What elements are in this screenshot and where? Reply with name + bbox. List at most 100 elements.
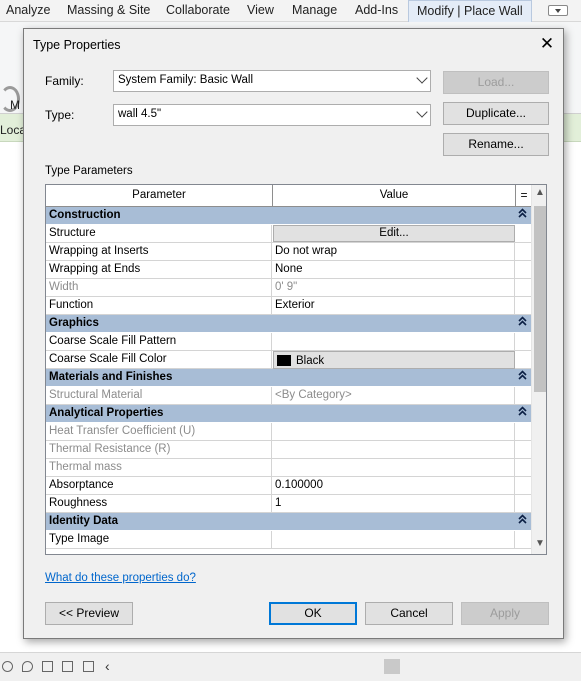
formula-cell (515, 459, 531, 476)
cancel-button[interactable]: Cancel (365, 602, 453, 625)
tab-add-ins[interactable]: Add-Ins (355, 3, 398, 17)
formula-cell (515, 243, 531, 260)
tab-collaborate[interactable]: Collaborate (166, 3, 230, 17)
parameter-name: Roughness (46, 495, 272, 512)
table-row[interactable]: Type Image (46, 531, 531, 549)
table-row[interactable]: Heat Transfer Coefficient (U) (46, 423, 531, 441)
collapse-icon[interactable] (518, 370, 527, 383)
parameter-name: Width (46, 279, 272, 296)
scrollbar-thumb[interactable] (384, 659, 400, 674)
help-link[interactable]: What do these properties do? (45, 572, 196, 584)
formula-cell (515, 279, 531, 296)
close-icon[interactable]: ✕ (536, 35, 558, 53)
grid-vertical-scrollbar[interactable]: ▲ ▼ (531, 185, 546, 554)
ribbon-tab-bar: Analyze Massing & Site Collaborate View … (0, 0, 581, 22)
dialog-title: Type Properties (33, 38, 121, 52)
parameter-name: Wrapping at Inserts (46, 243, 272, 260)
parameter-value[interactable]: Exterior (272, 297, 515, 314)
table-row[interactable]: Coarse Scale Fill Color Black (46, 351, 531, 369)
table-row[interactable]: Structure Edit... (46, 225, 531, 243)
parameter-name: Coarse Scale Fill Pattern (46, 333, 272, 350)
grid-header: Parameter Value = (46, 185, 532, 207)
column-header-parameter[interactable]: Parameter (46, 185, 273, 207)
table-row[interactable]: Thermal Resistance (R) (46, 441, 531, 459)
collapse-icon[interactable] (518, 316, 527, 329)
editable-only-icon[interactable] (42, 661, 53, 672)
parameter-value[interactable]: 0.100000 (272, 477, 515, 494)
parameter-value[interactable]: None (272, 261, 515, 278)
edit-structure-button[interactable]: Edit... (273, 225, 515, 242)
load-button[interactable]: Load... (443, 71, 549, 94)
group-header-identity-data[interactable]: Identity Data (46, 513, 531, 531)
parameter-value[interactable] (272, 531, 515, 548)
formula-cell (515, 531, 531, 548)
collapse-icon[interactable] (518, 208, 527, 221)
ribbon-button-label: M (10, 98, 20, 112)
ribbon-collapse-icon[interactable] (548, 5, 568, 16)
type-label: Type: (45, 108, 75, 122)
parameter-value[interactable]: 1 (272, 495, 515, 512)
parameter-name: Absorptance (46, 477, 272, 494)
type-properties-dialog: Type Properties ✕ Family: System Family:… (23, 28, 564, 639)
formula-cell (515, 441, 531, 458)
group-header-graphics[interactable]: Graphics (46, 315, 531, 333)
family-label: Family: (45, 74, 84, 88)
parameter-name: Structure (46, 225, 272, 242)
chevron-down-icon (416, 106, 428, 118)
preview-button[interactable]: << Preview (45, 602, 133, 625)
design-option-icon[interactable] (22, 661, 33, 672)
chevron-left-icon[interactable]: ‹ (105, 658, 110, 674)
parameter-name: Function (46, 297, 272, 314)
group-header-construction[interactable]: Construction (46, 207, 531, 225)
family-select[interactable]: System Family: Basic Wall (113, 70, 431, 92)
formula-cell (515, 351, 531, 368)
table-row[interactable]: Coarse Scale Fill Pattern (46, 333, 531, 351)
scroll-up-icon[interactable]: ▲ (534, 187, 546, 201)
apply-button[interactable]: Apply (461, 602, 549, 625)
parameter-value: 0' 9" (272, 279, 515, 296)
parameter-name: Coarse Scale Fill Color (46, 351, 272, 368)
family-select-value: System Family: Basic Wall (118, 74, 254, 86)
collapse-icon[interactable] (518, 514, 527, 527)
pinned-elements-icon[interactable] (83, 661, 94, 672)
table-row[interactable]: Function Exterior (46, 297, 531, 315)
group-label: Graphics (49, 317, 99, 329)
collapse-icon[interactable] (518, 406, 527, 419)
fill-color-button[interactable]: Black (273, 351, 515, 369)
parameter-value[interactable]: Do not wrap (272, 243, 515, 260)
parameter-name: Thermal Resistance (R) (46, 441, 272, 458)
table-row[interactable]: Thermal mass (46, 459, 531, 477)
parameter-value (272, 423, 515, 440)
column-header-formula[interactable]: = (516, 185, 532, 207)
scrollbar-thumb[interactable] (534, 206, 546, 392)
group-label: Analytical Properties (49, 407, 164, 419)
tab-massing-site[interactable]: Massing & Site (67, 3, 150, 17)
table-row[interactable]: Wrapping at Ends None (46, 261, 531, 279)
ok-button[interactable]: OK (269, 602, 357, 625)
tab-view[interactable]: View (247, 3, 274, 17)
tab-manage[interactable]: Manage (292, 3, 337, 17)
table-row[interactable]: Width 0' 9" (46, 279, 531, 297)
column-header-value[interactable]: Value (273, 185, 516, 207)
parameter-name: Type Image (46, 531, 272, 548)
parameter-value (272, 459, 515, 476)
status-bar: ‹ (0, 652, 581, 681)
tab-modify-place-wall[interactable]: Modify | Place Wall (408, 0, 532, 22)
tab-analyze[interactable]: Analyze (6, 3, 50, 17)
scroll-down-icon[interactable]: ▼ (534, 538, 546, 552)
table-row[interactable]: Absorptance 0.100000 (46, 477, 531, 495)
group-header-analytical-properties[interactable]: Analytical Properties (46, 405, 531, 423)
table-row[interactable]: Wrapping at Inserts Do not wrap (46, 243, 531, 261)
parameter-name: Structural Material (46, 387, 272, 404)
chevron-down-icon (416, 72, 428, 84)
group-header-materials-and-finishes[interactable]: Materials and Finishes (46, 369, 531, 387)
formula-cell (515, 477, 531, 494)
table-row[interactable]: Structural Material <By Category> (46, 387, 531, 405)
type-select[interactable]: wall 4.5" (113, 104, 431, 126)
rename-button[interactable]: Rename... (443, 133, 549, 156)
parameter-value[interactable] (272, 333, 515, 350)
workset-icon[interactable] (2, 661, 13, 672)
duplicate-button[interactable]: Duplicate... (443, 102, 549, 125)
table-row[interactable]: Roughness 1 (46, 495, 531, 513)
underlay-icon[interactable] (62, 661, 73, 672)
